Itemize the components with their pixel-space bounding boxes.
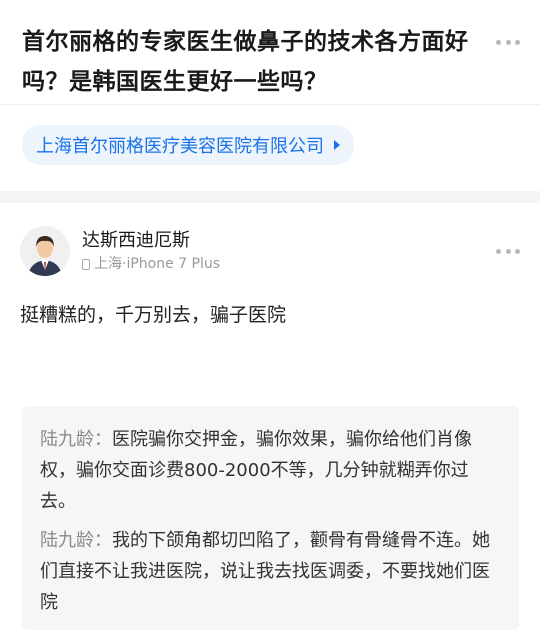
company-tag-label: 上海首尔丽格医疗美容医院有限公司: [36, 136, 324, 157]
company-tag-button[interactable]: 上海首尔丽格医疗美容医院有限公司: [22, 125, 354, 165]
comments-box: 陆九龄：医院骗你交押金，骗你效果，骗你给他们肖像权，骗你交面诊费800-2000…: [22, 406, 519, 630]
avatar[interactable]: [20, 226, 70, 276]
answer-more-options-icon[interactable]: [496, 247, 520, 255]
comment-author[interactable]: 陆九龄：: [40, 429, 112, 450]
dot: [505, 248, 511, 254]
author-name[interactable]: 达斯西迪厄斯: [82, 228, 220, 254]
more-options-icon[interactable]: [496, 38, 520, 46]
author-location-device-text: 上海·iPhone 7 Plus: [94, 256, 221, 272]
answer-card: 达斯西迪厄斯 上海·iPhone 7 Plus 挺糟糕的，千万别去，骗子医院: [0, 203, 540, 329]
dot: [515, 39, 520, 45]
author-location-device: 上海·iPhone 7 Plus: [82, 254, 220, 274]
section-gap: [0, 191, 540, 203]
phone-icon: [82, 258, 90, 270]
dot: [515, 248, 520, 254]
question-header: 首尔丽格的专家医生做鼻子的技术各方面好吗？是韩国医生更好一些吗？: [0, 0, 540, 104]
comment-item[interactable]: 陆九龄：我的下颌角都切凹陷了，颧骨有骨缝骨不连。她们直接不让我进医院，说让我去找…: [40, 525, 501, 618]
dot: [505, 39, 511, 45]
answer-text: 挺糟糕的，千万别去，骗子医院: [20, 304, 287, 326]
comment-item[interactable]: 陆九龄：医院骗你交押金，骗你效果，骗你给他们肖像权，骗你交面诊费800-2000…: [40, 424, 501, 517]
avatar-person-icon: [20, 226, 70, 276]
dot: [496, 248, 501, 254]
comment-author[interactable]: 陆九龄：: [40, 530, 112, 551]
company-row: 上海首尔丽格医疗美容医院有限公司: [0, 105, 540, 191]
author-row: 达斯西迪厄斯 上海·iPhone 7 Plus: [20, 223, 520, 279]
dot: [496, 39, 501, 45]
author-meta: 达斯西迪厄斯 上海·iPhone 7 Plus: [82, 228, 220, 274]
chevron-right-icon: [334, 140, 340, 150]
question-title[interactable]: 首尔丽格的专家医生做鼻子的技术各方面好吗？是韩国医生更好一些吗？: [22, 22, 470, 102]
